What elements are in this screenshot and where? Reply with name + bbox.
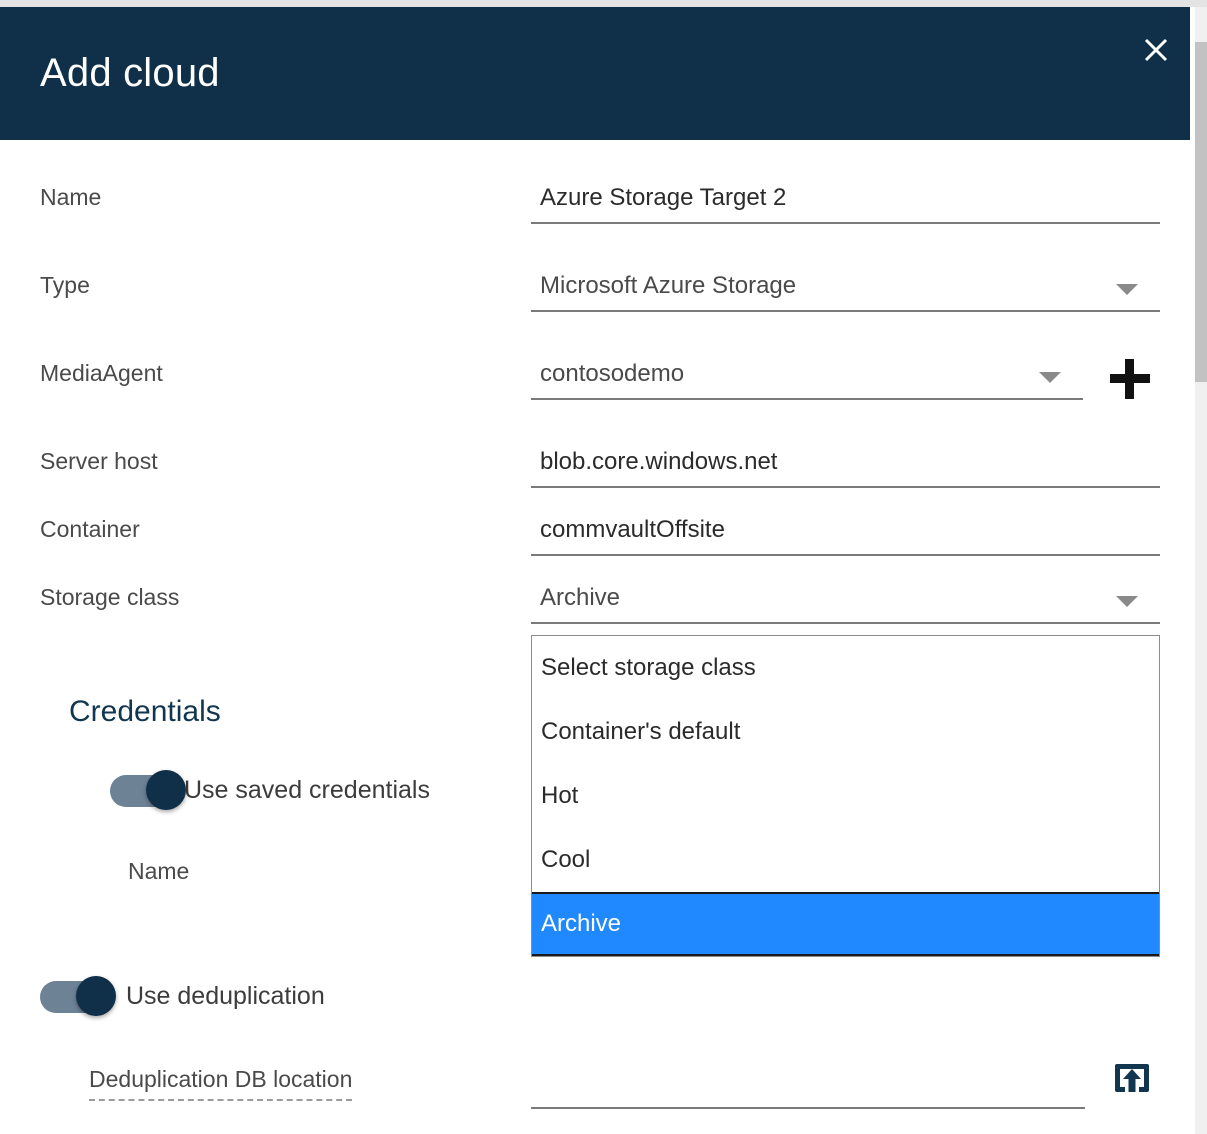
label-server-host: Server host xyxy=(40,448,158,474)
form-row-container: Container commvaultOffsite xyxy=(0,512,1195,578)
page-title: Add cloud xyxy=(40,51,220,95)
name-input-value: Azure Storage Target 2 xyxy=(540,184,787,211)
deduplication-db-location-label: Deduplication DB location xyxy=(89,1062,353,1101)
dropdown-option-cool[interactable]: Cool xyxy=(532,828,1159,892)
mediaagent-select-value: contosodemo xyxy=(540,360,685,387)
chevron-down-icon[interactable] xyxy=(1116,596,1138,607)
add-cloud-dialog: Add cloud Name Azure Storage Target 2 Ty… xyxy=(0,7,1195,1134)
storage-class-select-value: Archive xyxy=(540,584,621,611)
container-input[interactable]: commvaultOffsite xyxy=(531,512,1160,556)
use-deduplication-label: Use deduplication xyxy=(126,982,325,1010)
use-deduplication-toggle[interactable] xyxy=(40,976,116,1016)
dropdown-option-archive[interactable]: Archive xyxy=(532,892,1159,956)
container-input-value: commvaultOffsite xyxy=(540,516,725,543)
use-saved-credentials-toggle[interactable] xyxy=(110,770,186,810)
scrollbar-thumb[interactable] xyxy=(1195,42,1207,382)
storage-class-dropdown[interactable]: Select storage class Container's default… xyxy=(531,635,1160,957)
name-input[interactable]: Azure Storage Target 2 xyxy=(531,180,1160,224)
storage-class-select[interactable]: Archive xyxy=(531,580,1160,624)
dropdown-option-containers-default[interactable]: Container's default xyxy=(532,700,1159,764)
use-saved-credentials-label: Use saved credentials xyxy=(184,776,430,804)
dropdown-option-select-storage-class[interactable]: Select storage class xyxy=(532,636,1159,700)
credentials-heading: Credentials xyxy=(69,695,221,728)
label-name: Name xyxy=(40,184,102,210)
browse-upload-icon[interactable] xyxy=(1113,1058,1151,1096)
toggle-knob xyxy=(76,976,116,1016)
server-host-input-value: blob.core.windows.net xyxy=(540,448,778,475)
dialog-header: Add cloud xyxy=(0,7,1195,140)
type-select-value: Microsoft Azure Storage xyxy=(540,272,797,299)
window-top-strip xyxy=(0,0,1207,7)
label-mediaagent: MediaAgent xyxy=(40,360,163,386)
dialog-body: Name Azure Storage Target 2 Type Microso… xyxy=(0,140,1195,1134)
form-row-name: Name Azure Storage Target 2 xyxy=(0,180,1195,246)
toggle-knob xyxy=(146,770,186,810)
dropdown-option-hot[interactable]: Hot xyxy=(532,764,1159,828)
use-deduplication-row: Use deduplication xyxy=(40,976,325,1016)
server-host-input[interactable]: blob.core.windows.net xyxy=(531,444,1160,488)
label-container: Container xyxy=(40,516,140,542)
mediaagent-select[interactable]: contosodemo xyxy=(531,356,1083,400)
deduplication-db-location-input[interactable] xyxy=(531,1065,1085,1109)
type-select[interactable]: Microsoft Azure Storage xyxy=(531,268,1160,312)
credentials-name-label: Name xyxy=(128,858,190,884)
chevron-down-icon[interactable] xyxy=(1116,284,1138,295)
add-mediaagent-button[interactable] xyxy=(1110,359,1150,399)
chevron-down-icon[interactable] xyxy=(1039,372,1061,383)
use-saved-credentials-row: Use saved credentials xyxy=(110,770,430,810)
label-storage-class: Storage class xyxy=(40,584,180,610)
form-row-server-host: Server host blob.core.windows.net xyxy=(0,444,1195,510)
form-row-mediaagent: MediaAgent contosodemo xyxy=(0,356,1195,422)
close-icon[interactable] xyxy=(1135,29,1177,71)
form-row-type: Type Microsoft Azure Storage xyxy=(0,268,1195,334)
label-type: Type xyxy=(40,272,90,298)
scrollbar-track[interactable] xyxy=(1195,7,1207,1134)
